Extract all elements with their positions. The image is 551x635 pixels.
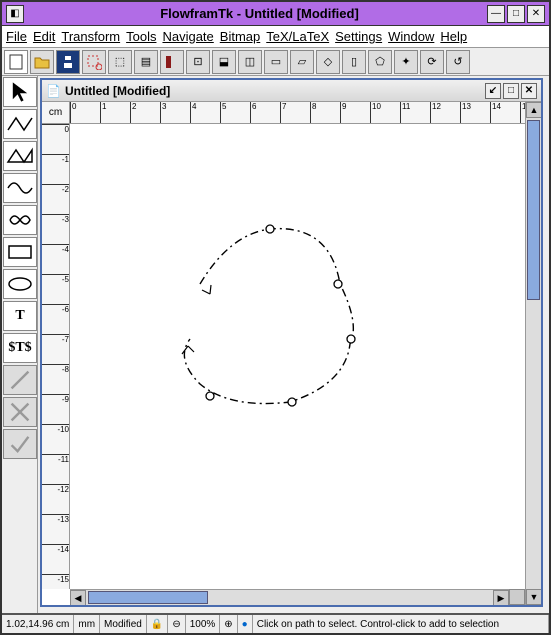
- tb-17[interactable]: ⟳: [420, 50, 444, 74]
- ellipse-tool[interactable]: [3, 269, 37, 299]
- tb-7[interactable]: [160, 50, 184, 74]
- app-title: FlowframTk - Untitled [Modified]: [32, 6, 487, 21]
- text-tool[interactable]: T: [3, 301, 37, 331]
- vertical-ruler: 0-1-2-3-4-5-6-7-8-9-10-11-12-13-14-15: [42, 124, 70, 589]
- tb-12[interactable]: ▱: [290, 50, 314, 74]
- tb-14[interactable]: ▯: [342, 50, 366, 74]
- app-menu-icon[interactable]: ◧: [6, 5, 24, 23]
- hscroll-thumb[interactable]: [88, 591, 208, 604]
- select-area-button[interactable]: [82, 50, 106, 74]
- menu-file[interactable]: File: [6, 29, 27, 44]
- disabled-tool-1: [3, 365, 37, 395]
- tb-5[interactable]: ⬚: [108, 50, 132, 74]
- menubar: File Edit Transform Tools Navigate Bitma…: [2, 26, 549, 48]
- ruler-unit: cm: [42, 102, 70, 124]
- menu-transform[interactable]: Transform: [61, 29, 120, 44]
- menu-window[interactable]: Window: [388, 29, 434, 44]
- tb-9[interactable]: ⬓: [212, 50, 236, 74]
- titlebar: ◧ FlowframTk - Untitled [Modified] — □ ✕: [2, 2, 549, 26]
- maximize-button[interactable]: □: [507, 5, 525, 23]
- curve-tool[interactable]: [3, 173, 37, 203]
- app-window: ◧ FlowframTk - Untitled [Modified] — □ ✕…: [0, 0, 551, 635]
- open-button[interactable]: [30, 50, 54, 74]
- status-zoom: 100%: [186, 615, 221, 633]
- tb-13[interactable]: ◇: [316, 50, 340, 74]
- document-window: 📄 Untitled [Modified] ↙ □ ✕ cm 012345678…: [40, 78, 543, 607]
- new-button[interactable]: [4, 50, 28, 74]
- body-area: T $T$ 📄 Untitled [Modified] ↙ □ ✕ cm: [2, 76, 549, 613]
- canvas[interactable]: [70, 124, 525, 589]
- status-lock-icon: 🔒: [147, 615, 168, 633]
- document-title: Untitled [Modified]: [65, 84, 483, 98]
- tool-palette: T $T$: [2, 76, 38, 613]
- minimize-button[interactable]: —: [487, 5, 505, 23]
- vscroll-up-arrow[interactable]: ▲: [526, 102, 541, 118]
- closed-curve-tool[interactable]: [3, 205, 37, 235]
- menu-help[interactable]: Help: [440, 29, 467, 44]
- menu-settings[interactable]: Settings: [335, 29, 382, 44]
- menu-bitmap[interactable]: Bitmap: [220, 29, 260, 44]
- tb-18[interactable]: ↺: [446, 50, 470, 74]
- scroll-corner: [509, 589, 525, 605]
- doc-close-button[interactable]: ✕: [521, 83, 537, 99]
- doc-maximize-button[interactable]: □: [503, 83, 519, 99]
- math-text-tool[interactable]: $T$: [3, 333, 37, 363]
- hscroll-left-arrow[interactable]: ◀: [70, 590, 86, 605]
- vertical-scrollbar[interactable]: ▲ ▼: [525, 102, 541, 605]
- close-button[interactable]: ✕: [527, 5, 545, 23]
- tb-6[interactable]: ▤: [134, 50, 158, 74]
- vscroll-thumb[interactable]: [527, 120, 540, 300]
- save-button[interactable]: [56, 50, 80, 74]
- main-toolbar: ⬚ ▤ ⊡ ⬓ ◫ ▭ ▱ ◇ ▯ ⬠ ✦ ⟳ ↺: [2, 48, 549, 76]
- zoom-in-button[interactable]: ⊕: [220, 615, 237, 633]
- status-unit: mm: [74, 615, 100, 633]
- menu-tex[interactable]: TeX/LaTeX: [266, 29, 329, 44]
- status-state: Modified: [100, 615, 147, 633]
- zoom-out-button[interactable]: ⊖: [168, 615, 185, 633]
- drawn-path[interactable]: [70, 124, 525, 589]
- statusbar: 1.02,14.96 cm mm Modified 🔒 ⊖ 100% ⊕ ● C…: [2, 613, 549, 633]
- horizontal-scrollbar[interactable]: ◀ ▶: [70, 589, 509, 605]
- rectangle-tool[interactable]: [3, 237, 37, 267]
- status-info-icon: ●: [238, 615, 253, 633]
- status-coords: 1.02,14.96 cm: [2, 615, 74, 633]
- hscroll-right-arrow[interactable]: ▶: [493, 590, 509, 605]
- tb-15[interactable]: ⬠: [368, 50, 392, 74]
- tb-16[interactable]: ✦: [394, 50, 418, 74]
- document-titlebar: 📄 Untitled [Modified] ↙ □ ✕: [42, 80, 541, 102]
- menu-navigate[interactable]: Navigate: [162, 29, 213, 44]
- menu-edit[interactable]: Edit: [33, 29, 55, 44]
- doc-iconify-button[interactable]: ↙: [485, 83, 501, 99]
- polyline-tool[interactable]: [3, 141, 37, 171]
- document-area: 📄 Untitled [Modified] ↙ □ ✕ cm 012345678…: [38, 76, 549, 613]
- status-hint: Click on path to select. Control-click t…: [253, 615, 549, 633]
- vscroll-down-arrow[interactable]: ▼: [526, 589, 541, 605]
- select-tool[interactable]: [3, 77, 37, 107]
- doc-icon: 📄: [46, 84, 61, 98]
- disabled-tool-3: [3, 429, 37, 459]
- horizontal-ruler: 0123456789101112131415: [70, 102, 525, 124]
- menu-tools[interactable]: Tools: [126, 29, 156, 44]
- disabled-tool-2: [3, 397, 37, 427]
- tb-10[interactable]: ◫: [238, 50, 262, 74]
- line-tool[interactable]: [3, 109, 37, 139]
- tb-11[interactable]: ▭: [264, 50, 288, 74]
- tb-8[interactable]: ⊡: [186, 50, 210, 74]
